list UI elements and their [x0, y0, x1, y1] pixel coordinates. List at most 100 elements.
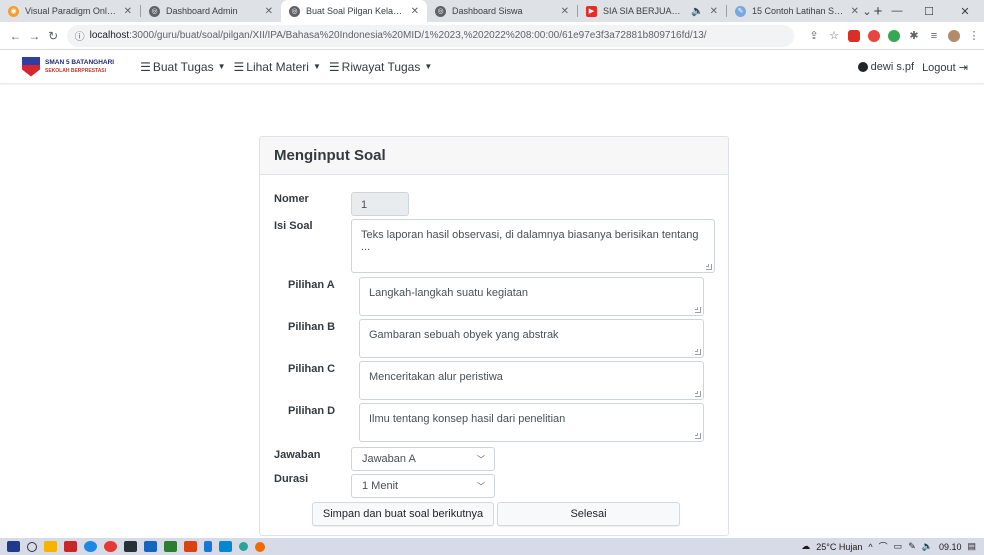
pilihan-c-textarea[interactable]: Menceritakan alur peristiwa — [359, 361, 704, 400]
vscode-icon[interactable] — [219, 541, 232, 552]
save-next-button[interactable]: Simpan dan buat soal berikutnya — [312, 502, 494, 526]
list-icon: ☰ — [140, 59, 151, 74]
durasi-select[interactable]: 1 Menit ﹀ — [351, 474, 495, 498]
weather-text[interactable]: 25°C Hujan — [816, 542, 862, 552]
search-icon[interactable] — [27, 541, 37, 552]
browser-menu-icon[interactable]: ⋮ — [964, 29, 984, 42]
isi-soal-value: Teks laporan hasil observasi, di dalamny… — [361, 229, 699, 253]
pilihan-a-textarea[interactable]: Langkah-langkah suatu kegiatan — [359, 277, 704, 316]
extension-record-icon[interactable] — [868, 29, 881, 42]
outlook-icon[interactable] — [144, 541, 157, 552]
caret-down-icon: ▼ — [312, 62, 321, 71]
globe-icon: ◎ — [289, 5, 300, 17]
logout-link[interactable]: Logout ⇥ — [922, 61, 968, 74]
school-name: SMAN 5 BATANGHARI — [45, 58, 115, 66]
system-tray: ☁ 25°C Hujan ^ ⌒ ▭ ✎ 🔈 09.10 ▤ — [795, 538, 976, 555]
pilihan-b-textarea[interactable]: Gambaran sebuah obyek yang abstrak — [359, 319, 704, 358]
durasi-selected: 1 Menit — [362, 480, 399, 492]
pilihan-d-textarea[interactable]: Ilmu tentang konsep hasil dari penelitia… — [359, 403, 704, 442]
pilihan-b-value: Gambaran sebuah obyek yang abstrak — [369, 329, 559, 341]
app-teal-icon[interactable] — [239, 542, 248, 551]
menu-riwayat-tugas[interactable]: ☰ Riwayat Tugas ▼ — [329, 60, 432, 74]
close-icon[interactable]: ✕ — [411, 6, 419, 17]
windows-start-icon[interactable] — [7, 541, 20, 552]
app-dark-icon[interactable] — [124, 541, 137, 552]
tab-label: Dashboard Siswa — [452, 6, 523, 16]
app-slash-icon[interactable] — [204, 541, 212, 552]
network-icon[interactable]: ⌒ — [879, 540, 888, 553]
back-arrow-icon[interactable]: ← — [6, 29, 25, 43]
chrome-icon[interactable] — [104, 541, 117, 552]
resize-grip-icon[interactable] — [706, 264, 712, 270]
caret-down-icon: ▼ — [424, 62, 433, 71]
minimize-button[interactable]: — — [882, 0, 912, 22]
extension-globe-icon[interactable] — [888, 29, 901, 42]
tab-buat-soal[interactable]: ◎ Buat Soal Pilgan Kelas XII ju ✕ — [281, 0, 427, 22]
resize-grip-icon[interactable] — [695, 307, 701, 313]
close-icon[interactable]: ✕ — [265, 6, 273, 17]
caret-down-icon: ▼ — [217, 62, 226, 71]
info-icon[interactable]: ⓘ — [75, 28, 85, 43]
jawaban-select[interactable]: Jawaban A ﹀ — [351, 447, 495, 471]
forward-arrow-icon[interactable]: → — [25, 29, 44, 43]
tab-youtube[interactable]: ▶ SIA SIA BERJUANG, AK 🔈 ✕ — [578, 0, 726, 22]
input-soal-card: Menginput Soal Nomer 1 Isi Soal Teks lap… — [259, 136, 729, 536]
notification-icon[interactable]: ▤ — [967, 541, 976, 552]
powerpoint-icon[interactable] — [184, 541, 197, 552]
tab-contoh-soal[interactable]: ✎ 15 Contoh Latihan Soal UA ✕ — [727, 0, 867, 22]
youtube-icon: ▶ — [586, 5, 597, 17]
finish-button[interactable]: Selesai — [497, 502, 680, 526]
maximize-button[interactable]: ☐ — [914, 0, 944, 22]
chevron-down-icon: ﹀ — [477, 482, 485, 491]
page-content: Menginput Soal Nomer 1 Isi Soal Teks lap… — [0, 85, 984, 536]
menu-lihat-materi[interactable]: ☰ Lihat Materi ▼ — [234, 60, 321, 74]
bookmark-star-icon[interactable]: ☆ — [824, 29, 844, 42]
app-red-icon[interactable] — [64, 541, 77, 552]
isi-soal-label: Isi Soal — [274, 220, 313, 232]
tray-chevron-up-icon[interactable]: ^ — [868, 542, 872, 552]
pilihan-b-label: Pilihan B — [288, 321, 336, 333]
user-name-link[interactable]: dewi s.pf — [871, 61, 914, 73]
menu-buat-tugas[interactable]: ☰ Buat Tugas ▼ — [140, 60, 225, 74]
resize-grip-icon[interactable] — [695, 391, 701, 397]
close-icon[interactable]: ✕ — [124, 6, 132, 17]
nomer-field[interactable]: 1 — [351, 192, 409, 216]
nomer-label: Nomer — [274, 193, 309, 205]
clock-time[interactable]: 09.10 — [939, 542, 962, 552]
tab-label: 15 Contoh Latihan Soal UA — [752, 6, 845, 16]
weather-cloud-icon: ☁ — [801, 541, 811, 551]
volume-icon[interactable]: 🔈 — [922, 541, 933, 552]
windows-taskbar: ☁ 25°C Hujan ^ ⌒ ▭ ✎ 🔈 09.10 ▤ — [0, 538, 984, 555]
reading-list-icon[interactable]: ≡ — [924, 30, 944, 42]
share-icon[interactable]: ⇪ — [804, 29, 824, 42]
pilihan-d-label: Pilihan D — [288, 405, 336, 417]
excel-icon[interactable] — [164, 541, 177, 552]
tab-visual-paradigm[interactable]: ◉ Visual Paradigm Online ✕ — [0, 0, 140, 22]
close-icon[interactable]: ✕ — [561, 6, 569, 17]
reload-icon[interactable]: ↻ — [44, 29, 63, 43]
speaker-icon[interactable]: 🔈 — [691, 6, 703, 17]
resize-grip-icon[interactable] — [695, 349, 701, 355]
battery-icon[interactable]: ▭ — [894, 541, 903, 552]
extensions-puzzle-icon[interactable]: ✱ — [904, 29, 924, 42]
logout-label: Logout — [922, 61, 956, 74]
extension-m-icon[interactable] — [848, 29, 861, 42]
edge-icon[interactable] — [84, 541, 97, 552]
url-bar[interactable]: ⓘ localhost:3000/guru/buat/soal/pilgan/X… — [66, 24, 795, 47]
tab-dashboard-siswa[interactable]: ◎ Dashboard Siswa ✕ — [427, 0, 577, 22]
globe-icon: ◎ — [435, 5, 446, 17]
file-explorer-icon[interactable] — [44, 541, 57, 552]
window-close-button[interactable]: ✕ — [950, 0, 980, 22]
profile-avatar-icon[interactable] — [948, 29, 961, 42]
pilihan-c-value: Menceritakan alur peristiwa — [369, 371, 503, 383]
tab-dashboard-admin[interactable]: ◎ Dashboard Admin ✕ — [141, 0, 281, 22]
resize-grip-icon[interactable] — [695, 433, 701, 439]
url-host: localhost — [89, 30, 130, 41]
app-orange-icon[interactable] — [255, 541, 265, 552]
close-icon[interactable]: ✕ — [710, 6, 718, 17]
chevron-down-icon: ﹀ — [477, 455, 485, 464]
tab-search-chevron-icon[interactable]: ⌄ — [852, 0, 882, 22]
school-logo[interactable]: SMAN 5 BATANGHARI SEKOLAH BERPRESTASI — [22, 56, 115, 77]
isi-soal-textarea[interactable]: Teks laporan hasil observasi, di dalamny… — [351, 219, 715, 273]
pen-icon[interactable]: ✎ — [908, 541, 916, 552]
